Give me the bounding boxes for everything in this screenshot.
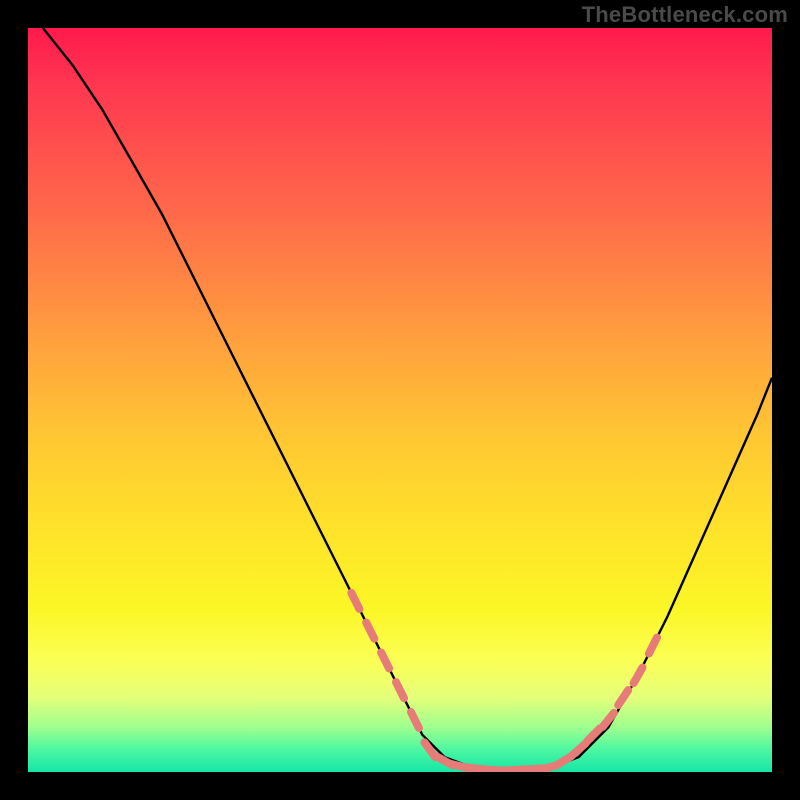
curve-marker [618,690,628,705]
curve-marker [411,712,419,728]
curve-marker [396,682,404,698]
curve-marker [603,713,614,727]
curve-marker [351,593,359,609]
chart-frame [22,22,778,778]
curve-marker [634,668,643,684]
chart-gradient-background [28,28,772,772]
chart-svg [28,28,772,772]
curve-line [43,28,772,772]
curve-marker [381,652,389,668]
curve-marker [649,638,657,654]
bottleneck-curve [43,28,772,772]
curve-markers [351,593,657,771]
watermark-text: TheBottleneck.com [582,2,788,28]
curve-marker [366,623,374,639]
